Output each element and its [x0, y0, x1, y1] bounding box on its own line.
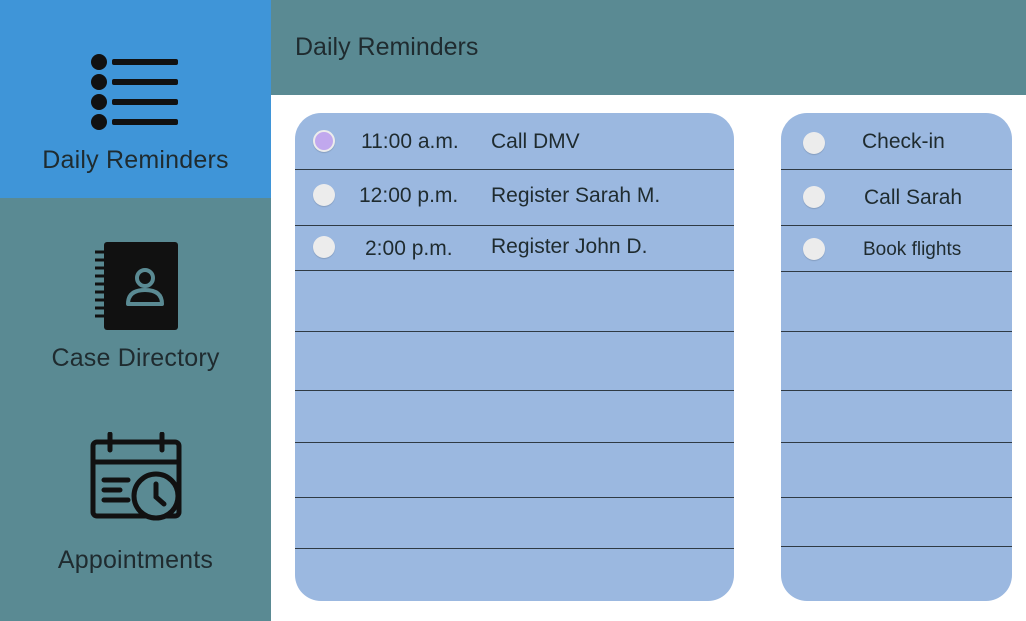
divider [781, 497, 1012, 498]
divider [295, 169, 734, 170]
list-icon [90, 54, 178, 130]
sidebar-item-label: Case Directory [51, 344, 220, 372]
todo-panel: Check-in Call Sarah Book flights [781, 113, 1012, 601]
reminder-task: Call DMV [491, 130, 580, 153]
calendar-clock-icon [90, 432, 181, 521]
todo-label: Call Sarah [864, 186, 963, 209]
todo-row[interactable]: Book flights [781, 229, 1012, 269]
reminder-time: 11:00 a.m. [361, 130, 459, 153]
sidebar-item-appointments[interactable]: Appointments [0, 408, 271, 621]
divider [295, 270, 734, 271]
divider [295, 390, 734, 391]
schedule-panel: 11:00 a.m. Call DMV 12:00 p.m. Register … [295, 113, 734, 601]
schedule-row[interactable]: 11:00 a.m. Call DMV [295, 121, 734, 161]
reminder-radio[interactable] [313, 184, 335, 206]
todo-row[interactable]: Call Sarah [781, 177, 1012, 217]
page-title: Daily Reminders [295, 33, 479, 61]
reminder-time: 2:00 p.m. [365, 237, 453, 260]
divider [295, 442, 734, 443]
reminder-radio[interactable] [313, 130, 335, 152]
schedule-row[interactable]: 2:00 p.m. Register John D. [295, 226, 734, 266]
sidebar-item-label: Daily Reminders [42, 146, 229, 174]
sidebar: Daily Reminders Case Directory Appointme… [0, 0, 271, 621]
divider [781, 271, 1012, 272]
divider [781, 546, 1012, 547]
divider [295, 497, 734, 498]
contact-book-icon [94, 242, 178, 330]
todo-label: Check-in [862, 130, 945, 153]
divider [295, 548, 734, 549]
divider [295, 331, 734, 332]
divider [781, 225, 1012, 226]
reminder-task: Register John D. [491, 235, 648, 258]
todo-radio[interactable] [803, 238, 825, 260]
divider [781, 442, 1012, 443]
divider [781, 169, 1012, 170]
reminder-task: Register Sarah M. [491, 184, 661, 207]
todo-row[interactable]: Check-in [781, 121, 1012, 161]
todo-label: Book flights [863, 239, 962, 260]
todo-radio[interactable] [803, 132, 825, 154]
sidebar-item-label: Appointments [57, 546, 214, 574]
schedule-row[interactable]: 12:00 p.m. Register Sarah M. [295, 175, 734, 215]
reminder-time: 12:00 p.m. [359, 184, 459, 207]
todo-radio[interactable] [803, 186, 825, 208]
reminder-radio[interactable] [313, 236, 335, 258]
divider [781, 390, 1012, 391]
sidebar-item-daily-reminders[interactable]: Daily Reminders [0, 0, 271, 198]
divider [781, 331, 1012, 332]
sidebar-item-case-directory[interactable]: Case Directory [0, 198, 271, 408]
header: Daily Reminders [271, 0, 1026, 95]
